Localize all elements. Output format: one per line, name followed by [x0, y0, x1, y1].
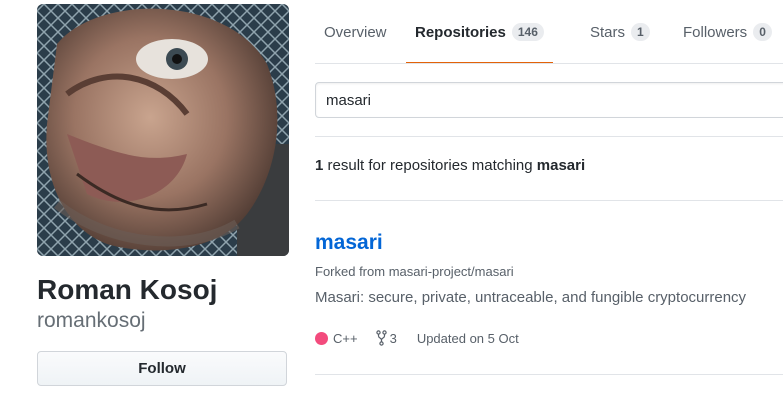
fork-icon — [375, 330, 387, 346]
forked-from: Forked from masari-project/masari — [315, 264, 514, 279]
results-summary: 1 result for repositories matching masar… — [315, 157, 585, 174]
updated-date: Updated on 5 Oct — [416, 330, 519, 346]
forks-link[interactable]: 3 — [375, 330, 397, 346]
divider — [315, 374, 783, 375]
profile-tabs: Overview Repositories 146 Stars 1 Follow… — [315, 0, 783, 64]
fork-count: 3 — [389, 330, 397, 346]
tab-counter: 146 — [511, 23, 544, 41]
repo-description: Masari: secure, private, untraceable, an… — [315, 289, 747, 306]
profile-full-name: Roman Kosoj — [37, 274, 218, 305]
tab-label: Overview — [324, 23, 387, 41]
avatar[interactable] — [37, 4, 289, 256]
tab-stars[interactable]: Stars 1 — [590, 0, 650, 64]
tab-label: Followers — [683, 23, 748, 41]
follow-button[interactable]: Follow — [37, 351, 287, 386]
repository-search-input[interactable] — [315, 82, 783, 118]
tab-counter: 1 — [631, 23, 650, 41]
forked-from-link[interactable]: masari-project/masari — [389, 264, 514, 279]
tab-label: Stars — [590, 23, 626, 41]
repo-meta: C++ 3 Updated on 5 Oct — [315, 329, 519, 347]
results-query: masari — [536, 157, 586, 174]
profile-username: romankosoj — [37, 309, 146, 332]
results-text: result for repositories matching — [323, 157, 537, 174]
tab-followers[interactable]: Followers 0 — [683, 0, 772, 64]
tab-label: Repositories — [415, 23, 506, 41]
tab-repositories[interactable]: Repositories 146 — [406, 0, 553, 64]
tab-counter: 0 — [753, 23, 772, 41]
tab-overview[interactable]: Overview — [324, 0, 387, 64]
repo-name-link[interactable]: masari — [315, 230, 383, 256]
forked-prefix: Forked from — [315, 264, 389, 279]
tabs-divider — [315, 63, 783, 64]
repo-language: C++ — [333, 330, 358, 346]
language-color-dot — [315, 331, 328, 345]
divider — [315, 200, 783, 201]
divider — [315, 136, 783, 137]
